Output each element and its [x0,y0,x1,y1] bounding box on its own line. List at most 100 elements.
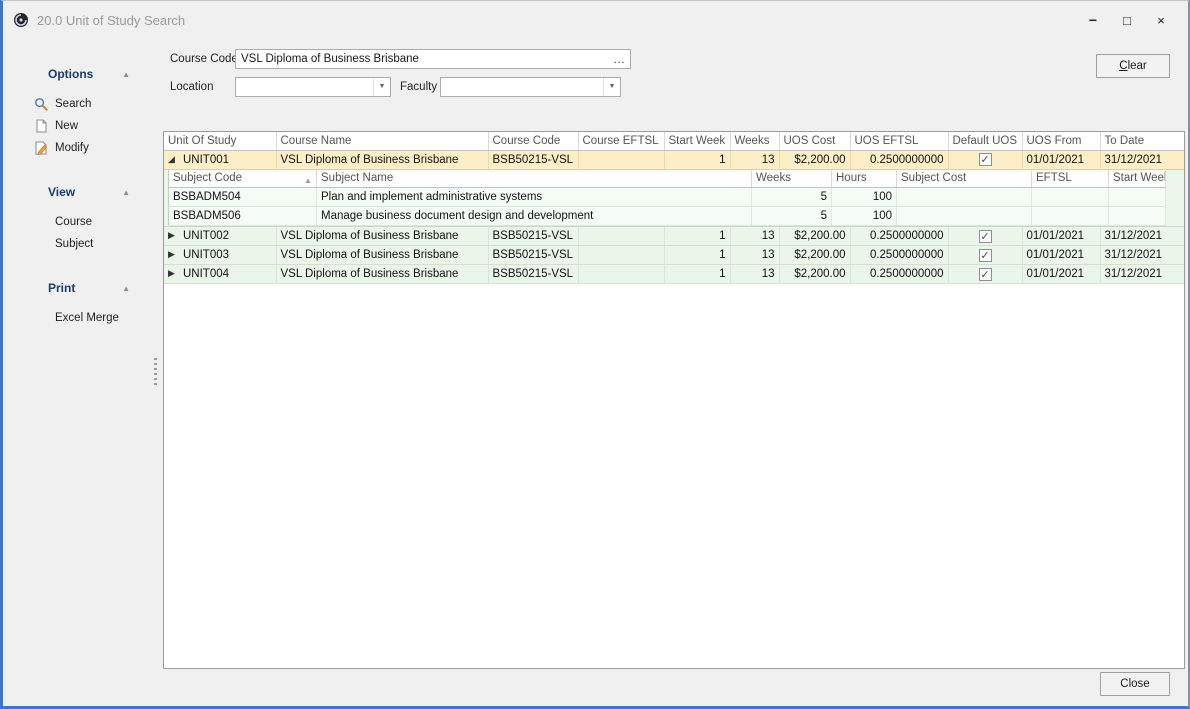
cell-course-name[interactable]: VSL Diploma of Business Brisbane [276,150,488,169]
cell-start-week[interactable]: 1 [664,246,730,265]
col-subject-weeks[interactable]: Weeks [752,170,832,188]
col-subject-hours[interactable]: Hours [832,170,897,188]
cell-course-name[interactable]: VSL Diploma of Business Brisbane [276,265,488,284]
default-uos-checkbox[interactable]: ✓ [979,249,992,262]
cell-default-uos[interactable]: ✓ [948,246,1022,265]
expand-row-icon[interactable]: ▶ [168,230,183,241]
cell-subject-eftsl[interactable] [1032,188,1109,207]
cell-subject-cost[interactable] [897,207,1032,226]
unit-row[interactable]: ▶UNIT004 VSL Diploma of Business Brisban… [164,265,1184,284]
unit-row[interactable]: ◢UNIT001 VSL Diploma of Business Brisban… [164,150,1184,169]
cell-unit-of-study[interactable]: ▶UNIT004 [164,265,276,284]
faculty-dropdown-icon[interactable]: ▼ [603,78,620,96]
default-uos-checkbox[interactable]: ✓ [979,230,992,243]
section-options-header[interactable]: Options ▲ [3,63,152,85]
cell-subject-weeks[interactable]: 5 [752,207,832,226]
cell-unit-of-study[interactable]: ▶UNIT002 [164,227,276,246]
sidebar-item-course[interactable]: Course [3,211,152,233]
cell-course-eftsl[interactable] [578,265,664,284]
cell-default-uos[interactable]: ✓ [948,265,1022,284]
cell-start-week[interactable]: 1 [664,265,730,284]
cell-subject-weeks[interactable]: 5 [752,188,832,207]
cell-default-uos[interactable]: ✓ [948,227,1022,246]
cell-uos-eftsl[interactable]: 0.2500000000 [850,265,948,284]
expand-row-icon[interactable]: ▶ [168,249,183,260]
course-code-input[interactable]: VSL Diploma of Business Brisbane … [235,49,631,69]
col-uos-eftsl[interactable]: UOS EFTSL [850,132,948,150]
minimize-button[interactable]: − [1076,6,1110,34]
course-browse-button[interactable]: … [608,50,630,68]
cell-course-eftsl[interactable] [578,150,664,169]
cell-subject-start-week[interactable] [1109,188,1166,207]
sidebar-item-search[interactable]: Search [3,93,152,115]
col-default-uos[interactable]: Default UOS [948,132,1022,150]
cell-subject-hours[interactable]: 100 [832,207,897,226]
cell-course-eftsl[interactable] [578,227,664,246]
collapse-row-icon[interactable]: ◢ [168,154,183,165]
cell-uos-eftsl[interactable]: 0.2500000000 [850,246,948,265]
cell-course-eftsl[interactable] [578,246,664,265]
unit-row[interactable]: ▶UNIT002 VSL Diploma of Business Brisban… [164,227,1184,246]
cell-to-date[interactable]: 31/12/2021 [1100,150,1184,169]
cell-course-code[interactable]: BSB50215-VSL [488,227,578,246]
unit-row[interactable]: ▶UNIT003 VSL Diploma of Business Brisban… [164,246,1184,265]
cell-uos-cost[interactable]: $2,200.00 [779,246,850,265]
cell-subject-name[interactable]: Plan and implement administrative system… [317,188,752,207]
col-uos-from[interactable]: UOS From [1022,132,1100,150]
cell-to-date[interactable]: 31/12/2021 [1100,265,1184,284]
cell-to-date[interactable]: 31/12/2021 [1100,246,1184,265]
titlebar-close-button[interactable]: × [1144,6,1178,34]
cell-uos-cost[interactable]: $2,200.00 [779,265,850,284]
expand-row-icon[interactable]: ▶ [168,268,183,279]
section-view-header[interactable]: View ▲ [3,181,152,203]
col-subject-eftsl[interactable]: EFTSL [1032,170,1109,188]
sidebar-item-modify[interactable]: Modify [3,137,152,159]
col-start-week[interactable]: Start Week [664,132,730,150]
cell-uos-from[interactable]: 01/01/2021 [1022,265,1100,284]
cell-default-uos[interactable]: ✓ [948,150,1022,169]
col-weeks[interactable]: Weeks [730,132,779,150]
col-subject-name[interactable]: Subject Name [317,170,752,188]
sidebar-item-subject[interactable]: Subject [3,233,152,255]
cell-unit-of-study[interactable]: ◢UNIT001 [164,150,276,169]
location-select[interactable]: ▼ [235,77,391,97]
cell-uos-from[interactable]: 01/01/2021 [1022,227,1100,246]
subject-row[interactable]: BSBADM506 Manage business document desig… [169,207,1166,226]
clear-button[interactable]: Clear [1096,54,1170,78]
default-uos-checkbox[interactable]: ✓ [979,153,992,166]
col-to-date[interactable]: To Date [1100,132,1184,150]
col-unit-of-study[interactable]: Unit Of Study [164,132,276,150]
col-course-code[interactable]: Course Code [488,132,578,150]
close-button[interactable]: Close [1100,672,1170,696]
cell-course-name[interactable]: VSL Diploma of Business Brisbane [276,227,488,246]
cell-uos-eftsl[interactable]: 0.2500000000 [850,150,948,169]
cell-subject-hours[interactable]: 100 [832,188,897,207]
splitter-handle[interactable] [152,39,159,706]
section-print-header[interactable]: Print ▲ [3,277,152,299]
col-uos-cost[interactable]: UOS Cost [779,132,850,150]
col-subject-start-week[interactable]: Start Week [1109,170,1166,188]
faculty-select[interactable]: ▼ [440,77,621,97]
subject-row[interactable]: BSBADM504 Plan and implement administrat… [169,188,1166,207]
cell-weeks[interactable]: 13 [730,265,779,284]
cell-uos-from[interactable]: 01/01/2021 [1022,246,1100,265]
cell-weeks[interactable]: 13 [730,227,779,246]
cell-subject-name[interactable]: Manage business document design and deve… [317,207,752,226]
cell-uos-cost[interactable]: $2,200.00 [779,227,850,246]
default-uos-checkbox[interactable]: ✓ [979,268,992,281]
cell-uos-eftsl[interactable]: 0.2500000000 [850,227,948,246]
sidebar-item-excel-merge[interactable]: Excel Merge [3,307,152,329]
cell-to-date[interactable]: 31/12/2021 [1100,227,1184,246]
cell-course-code[interactable]: BSB50215-VSL [488,265,578,284]
cell-weeks[interactable]: 13 [730,150,779,169]
cell-start-week[interactable]: 1 [664,227,730,246]
cell-weeks[interactable]: 13 [730,246,779,265]
col-course-eftsl[interactable]: Course EFTSL [578,132,664,150]
cell-uos-cost[interactable]: $2,200.00 [779,150,850,169]
cell-subject-code[interactable]: BSBADM506 [169,207,317,226]
cell-unit-of-study[interactable]: ▶UNIT003 [164,246,276,265]
cell-course-name[interactable]: VSL Diploma of Business Brisbane [276,246,488,265]
maximize-button[interactable]: □ [1110,6,1144,34]
cell-uos-from[interactable]: 01/01/2021 [1022,150,1100,169]
col-subject-code[interactable]: ▲Subject Code [169,170,317,188]
